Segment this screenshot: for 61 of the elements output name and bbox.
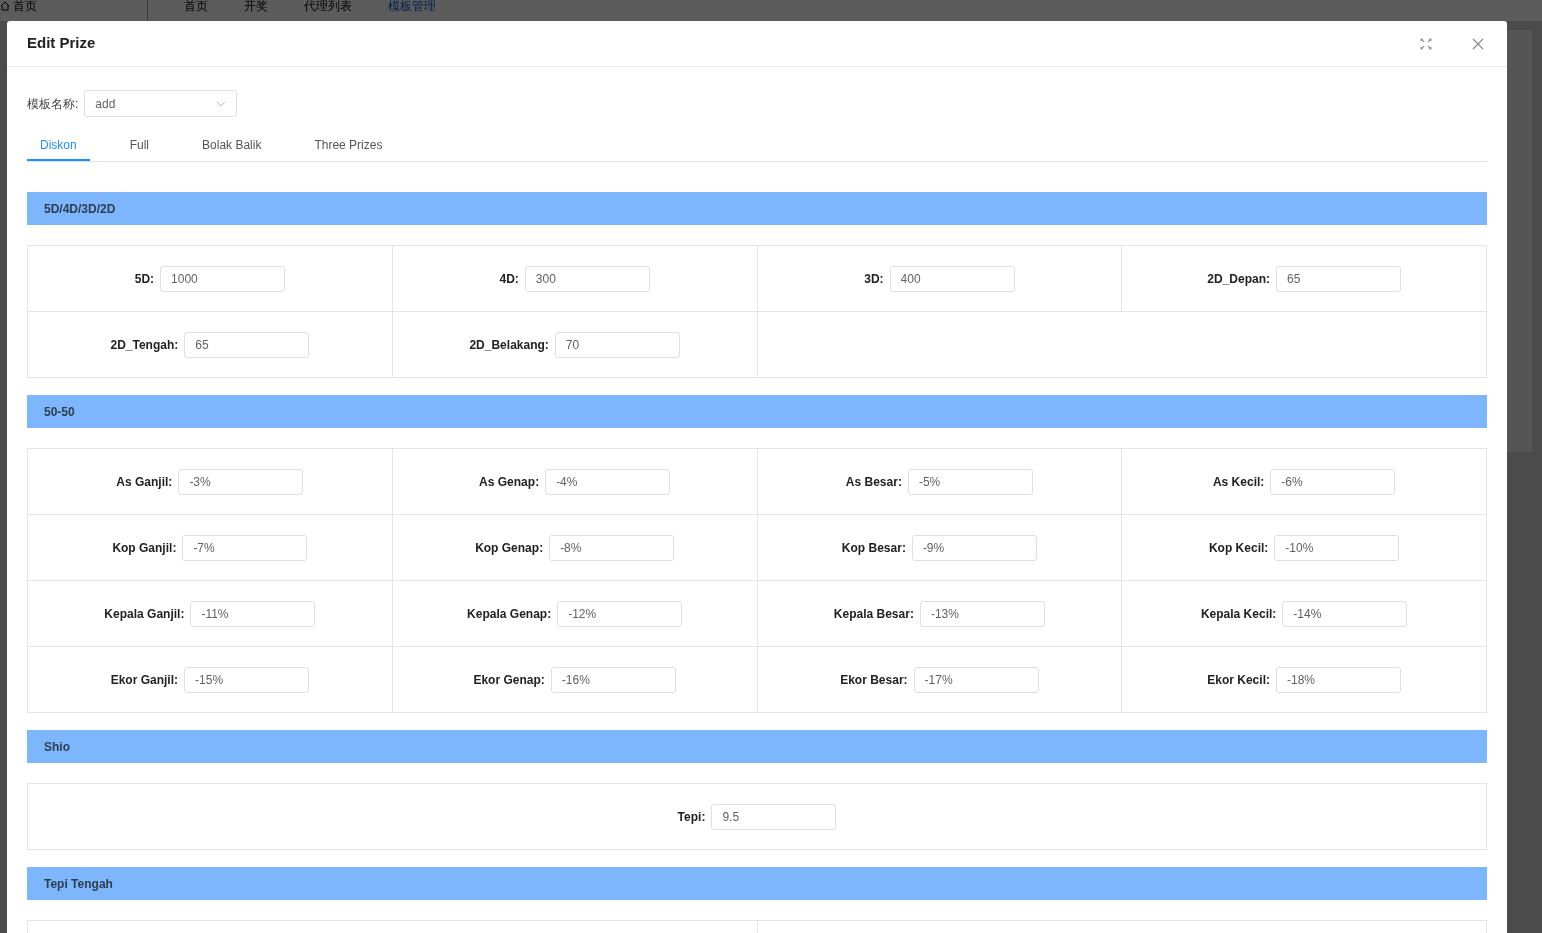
field-label: Kop Ganjil:	[112, 539, 177, 557]
input-field[interactable]: -17%	[913, 666, 1039, 693]
section-header: 5D/4D/3D/2D	[27, 192, 1487, 225]
fullscreen-icon[interactable]	[1420, 37, 1432, 50]
field-label: Kepala Kecil:	[1200, 605, 1277, 623]
input-field[interactable]: -9%	[911, 534, 1037, 561]
input-field[interactable]: 300	[524, 265, 650, 292]
section-header: 50-50	[27, 395, 1487, 428]
input-field[interactable]: -6%	[1270, 468, 1396, 495]
field-label: Ekor Besar:	[840, 671, 908, 689]
home-icon	[0, 1, 10, 11]
field-label: Ekor Genap:	[473, 671, 545, 689]
input-field[interactable]: -12%	[557, 600, 683, 627]
input-field[interactable]: -7%	[182, 534, 308, 561]
field-label: 4D:	[499, 270, 519, 288]
input-field[interactable]: 1000	[160, 265, 286, 292]
field-label: 2D_Depan:	[1207, 270, 1270, 288]
input-field[interactable]: -10%	[1274, 534, 1400, 561]
field-label: 5D:	[134, 270, 155, 288]
input-field[interactable]: -18%	[1275, 666, 1401, 693]
field-label: 2D_Belakang:	[469, 336, 549, 354]
field-label: 3D:	[864, 270, 884, 288]
input-field[interactable]: 9.5	[711, 803, 837, 830]
tab[interactable]: Diskon	[27, 130, 90, 161]
section-header: Shio	[27, 730, 1487, 763]
tab[interactable]: Full	[116, 130, 163, 161]
input-field[interactable]: -16%	[550, 666, 676, 693]
dialog-title: Edit Prize	[27, 33, 97, 54]
input-field[interactable]: 65	[184, 331, 310, 358]
input-field[interactable]: 400	[889, 265, 1015, 292]
field-label: Kop Besar:	[841, 539, 906, 557]
input-field[interactable]: 65	[1275, 265, 1401, 292]
field-label: As Genap:	[479, 473, 540, 491]
input-field[interactable]: -14%	[1282, 600, 1408, 627]
tab[interactable]: Three Prizes	[301, 130, 396, 161]
input-field[interactable]: -13%	[919, 600, 1045, 627]
input-field[interactable]: -15%	[184, 666, 310, 693]
input-field[interactable]: -5%	[907, 468, 1033, 495]
template-label: 模板名称:	[27, 95, 79, 113]
input-field[interactable]: -8%	[549, 534, 675, 561]
input-field[interactable]: 70	[554, 331, 680, 358]
field-label: Ekor Kecil:	[1207, 671, 1270, 689]
field-label: As Kecil:	[1212, 473, 1265, 491]
field-label: 2D_Tengah:	[110, 336, 179, 354]
input-field[interactable]: -11%	[190, 600, 316, 627]
field-label: Tepi:	[677, 808, 706, 826]
chevron-down-icon	[216, 100, 227, 107]
input-field[interactable]: -3%	[178, 468, 304, 495]
section-header: Tepi Tengah	[27, 867, 1487, 900]
field-label: Kepala Besar:	[833, 605, 914, 623]
field-label: As Besar:	[845, 473, 902, 491]
field-label: Kop Kecil:	[1208, 539, 1269, 557]
field-label: Ekor Ganjil:	[110, 671, 179, 689]
field-label: Kepala Ganjil:	[104, 605, 185, 623]
template-select[interactable]: add	[84, 90, 238, 117]
close-icon[interactable]	[1472, 37, 1484, 50]
tab[interactable]: Bolak Balik	[189, 130, 275, 161]
field-label: Kepala Genap:	[467, 605, 552, 623]
field-label: Kop Genap:	[475, 539, 544, 557]
input-field[interactable]: -4%	[545, 468, 671, 495]
field-label: As Ganjil:	[116, 473, 173, 491]
